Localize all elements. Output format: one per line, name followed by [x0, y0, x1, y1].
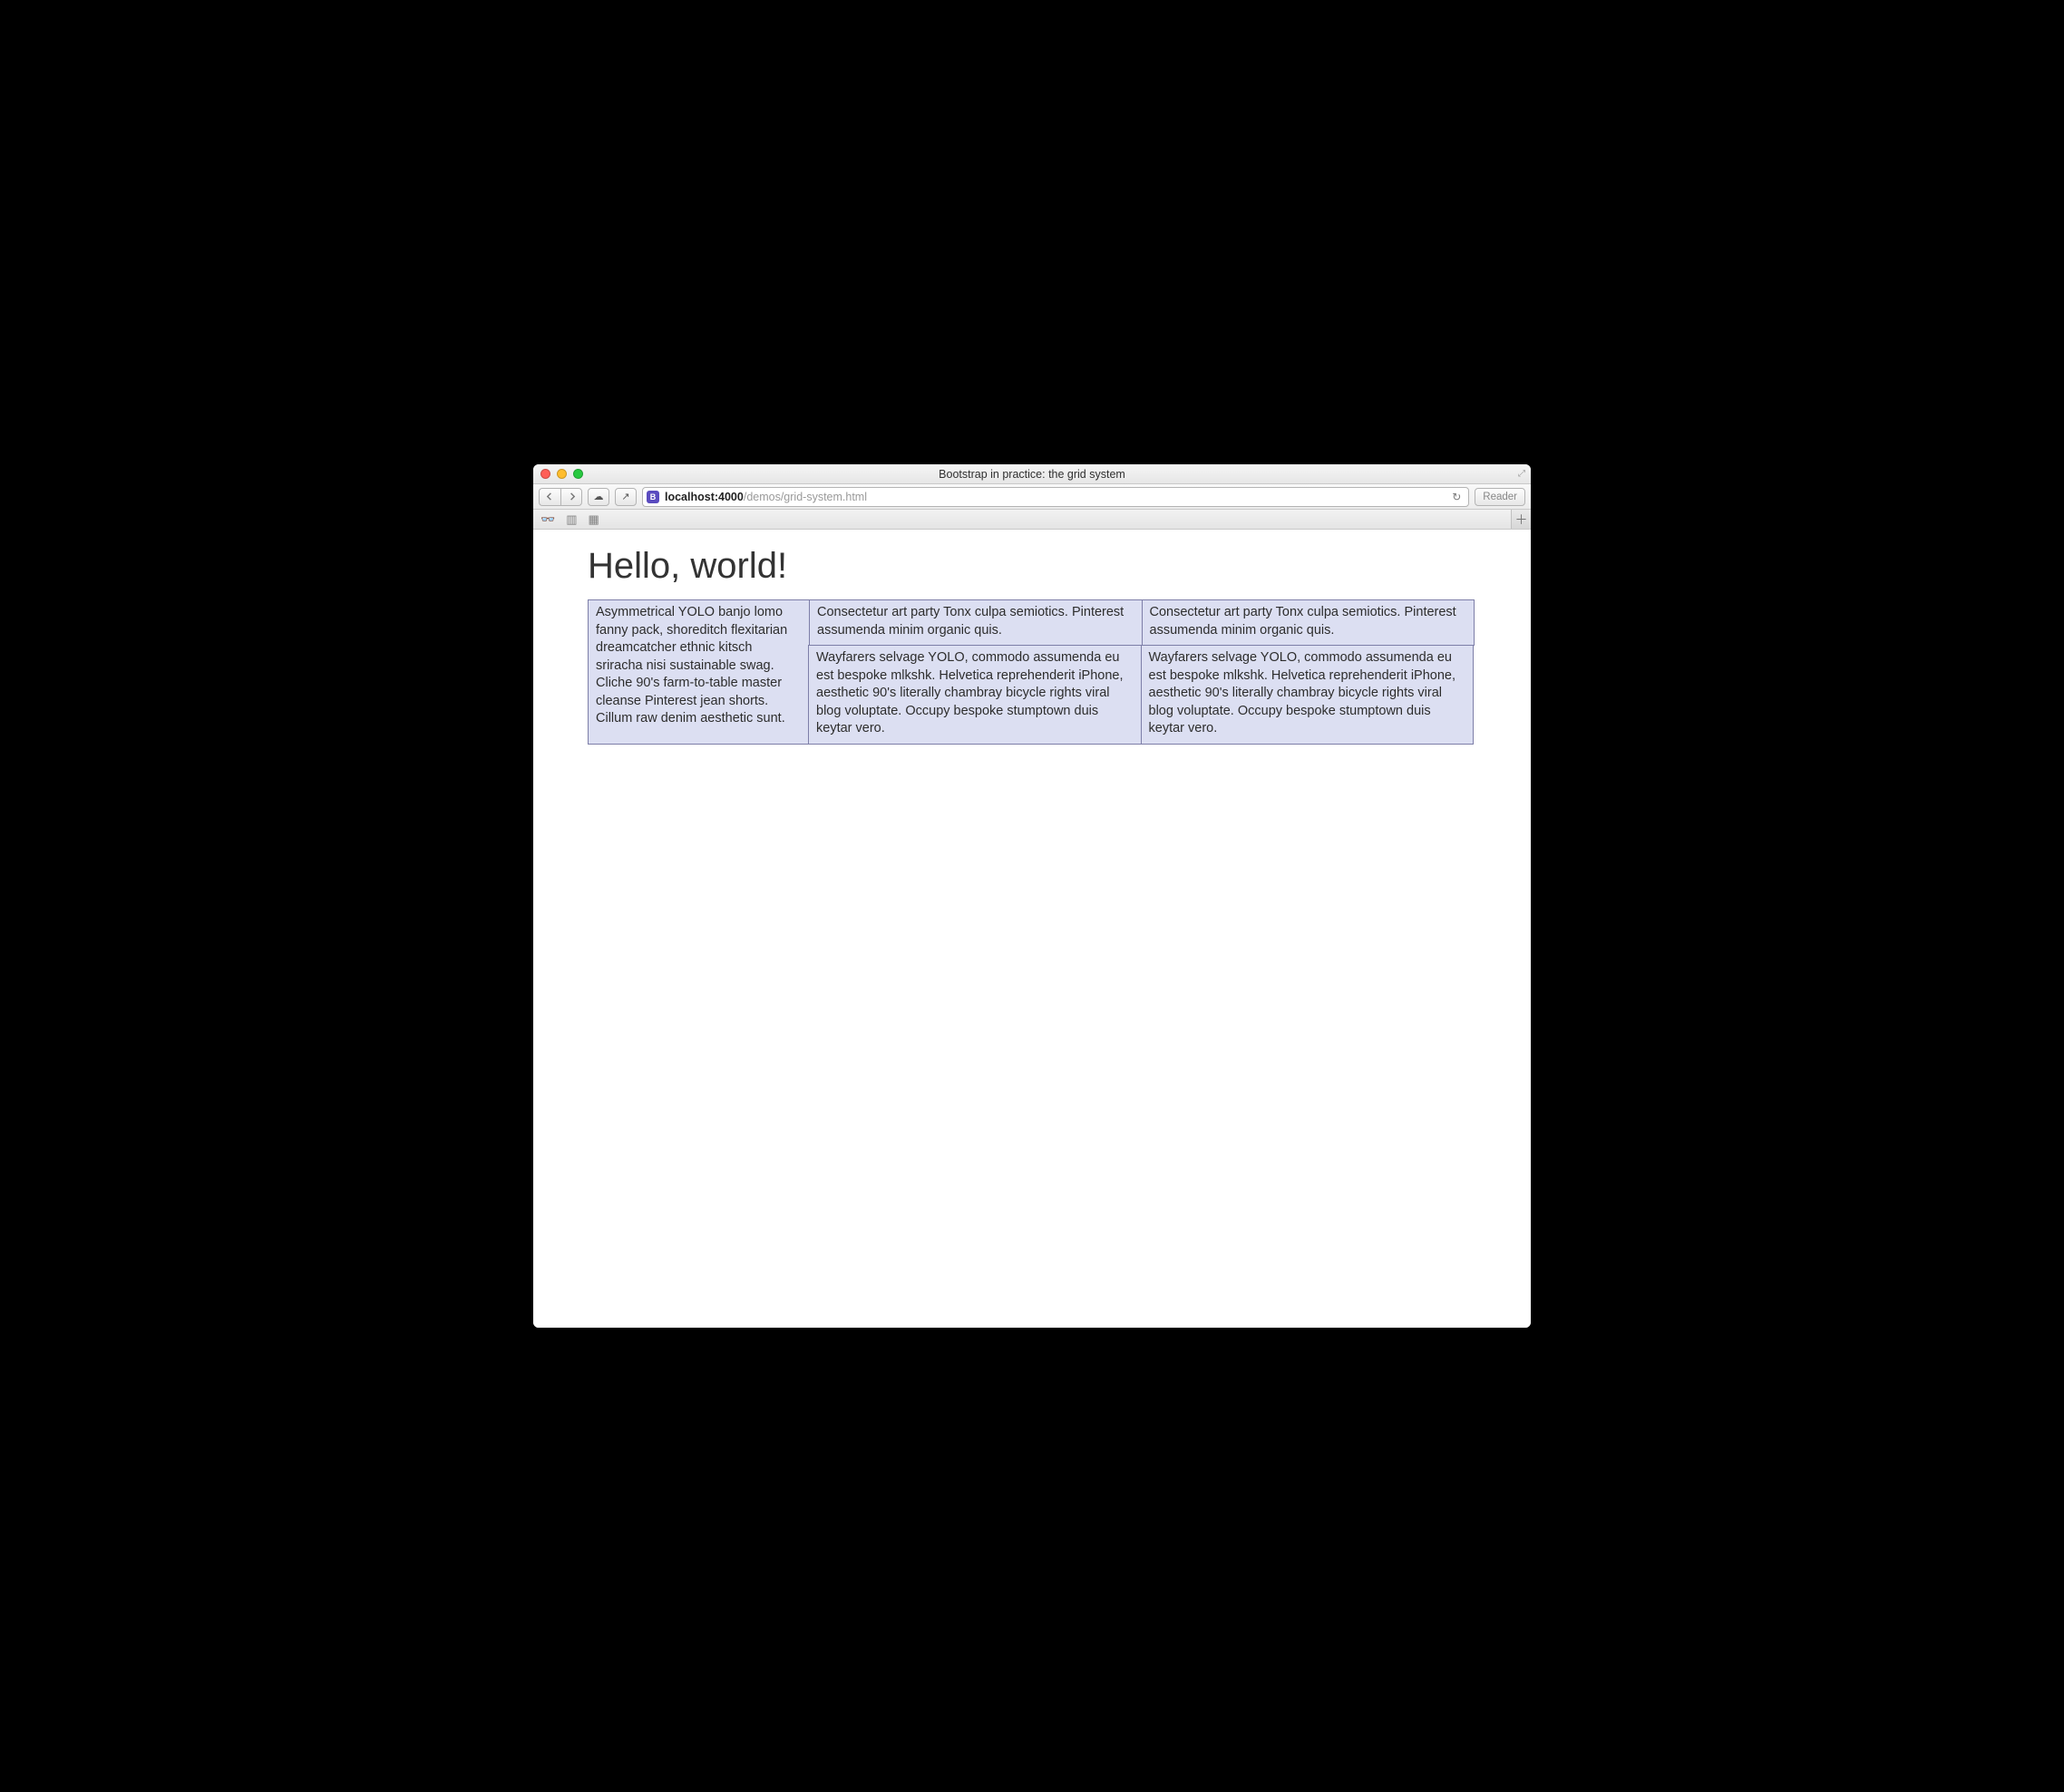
grid-cell-mid-bottom: Wayfarers selvage YOLO, commodo assumend… [808, 645, 1142, 745]
grid-row: Asymmetrical YOLO banjo lomo fanny pack,… [588, 599, 1476, 745]
new-tab-button[interactable]: ＋ [1511, 510, 1531, 529]
grid-cell-right-bottom: Wayfarers selvage YOLO, commodo assumend… [1141, 645, 1475, 745]
page-container: Hello, world! Asymmetrical YOLO banjo lo… [588, 530, 1476, 745]
cloud-icon: ☁ [594, 491, 604, 502]
back-button[interactable] [539, 488, 560, 506]
nav-buttons [539, 488, 582, 506]
bookmarks-bar: 👓 ▥ ▦ ＋ [533, 510, 1531, 530]
reload-button[interactable]: ↻ [1448, 491, 1465, 503]
minimize-window-button[interactable] [557, 469, 567, 479]
bookmarks-icon[interactable]: ▥ [566, 512, 577, 527]
address-host: localhost:4000 [665, 491, 744, 503]
close-window-button[interactable] [540, 469, 550, 479]
forward-button[interactable] [560, 488, 582, 506]
site-favicon: B [647, 491, 659, 503]
window-controls [533, 469, 583, 479]
top-sites-icon[interactable]: ▦ [588, 512, 599, 527]
grid-cell-right-top: Consectetur art party Tonx culpa semioti… [1142, 599, 1475, 646]
reading-list-icon[interactable]: 👓 [540, 512, 555, 527]
grid-cell-mid-top: Consectetur art party Tonx culpa semioti… [809, 599, 1143, 646]
reader-label: Reader [1483, 492, 1517, 502]
browser-window: Bootstrap in practice: the grid system ⤢… [533, 464, 1531, 1328]
fullscreen-icon[interactable]: ⤢ [1518, 469, 1525, 479]
icloud-button[interactable]: ☁ [588, 488, 609, 506]
share-icon: ↗ [621, 491, 629, 502]
zoom-window-button[interactable] [573, 469, 583, 479]
titlebar: Bootstrap in practice: the grid system ⤢ [533, 464, 1531, 484]
window-title: Bootstrap in practice: the grid system [533, 468, 1531, 481]
page-title: Hello, world! [588, 546, 1476, 587]
address-bar[interactable]: B localhost:4000/demos/grid-system.html … [642, 487, 1469, 507]
page-viewport: Hello, world! Asymmetrical YOLO banjo lo… [533, 530, 1531, 1328]
reader-button[interactable]: Reader [1475, 488, 1525, 506]
address-path: /demos/grid-system.html [744, 491, 867, 503]
browser-toolbar: ☁ ↗ B localhost:4000/demos/grid-system.h… [533, 484, 1531, 510]
address-text: localhost:4000/demos/grid-system.html [665, 491, 1443, 503]
grid-col-middle: Consectetur art party Tonx culpa semioti… [809, 599, 1143, 745]
share-button[interactable]: ↗ [615, 488, 637, 506]
grid-col-right: Consectetur art party Tonx culpa semioti… [1142, 599, 1475, 745]
grid-cell-left: Asymmetrical YOLO banjo lomo fanny pack,… [588, 599, 810, 745]
